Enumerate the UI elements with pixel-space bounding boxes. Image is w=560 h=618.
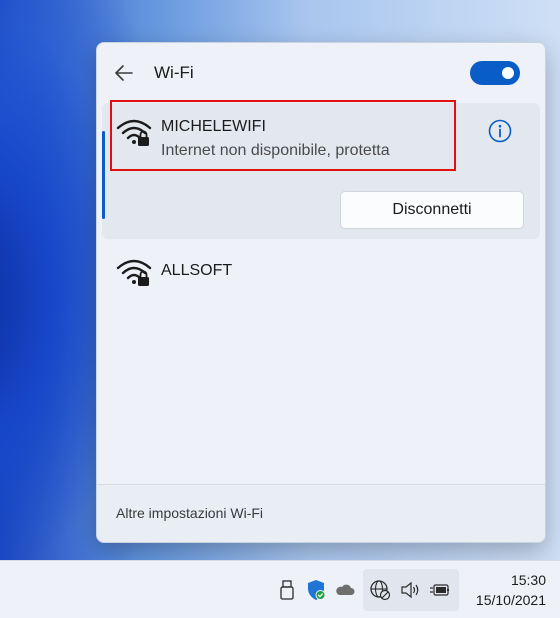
info-icon[interactable] (487, 118, 513, 144)
network-globe-icon[interactable] (369, 579, 391, 601)
back-button[interactable] (113, 62, 135, 84)
quick-settings-tray[interactable] (363, 569, 459, 611)
network-status: Internet non disponibile, protetta (161, 142, 390, 159)
security-shield-icon[interactable] (305, 579, 327, 601)
wifi-toggle[interactable] (470, 61, 520, 85)
network-item[interactable]: ALLSOFT (102, 247, 540, 297)
network-item-connected[interactable]: MICHELEWIFI Internet non disponibile, pr… (102, 100, 540, 239)
wifi-flyout-panel: Wi-Fi MICHELEWIFI Internet non disponibi… (96, 42, 546, 543)
more-wifi-settings-link[interactable]: Altre impostazioni Wi-Fi (116, 505, 263, 521)
taskbar: 15:30 15/10/2021 (0, 560, 560, 618)
clock-date: 15/10/2021 (475, 592, 546, 608)
battery-plug-icon[interactable] (429, 579, 451, 601)
arrow-left-icon (115, 65, 133, 81)
flyout-title: Wi-Fi (154, 63, 194, 82)
taskbar-clock[interactable]: 15:30 15/10/2021 (466, 570, 546, 610)
wifi-secured-icon (116, 259, 152, 286)
network-name: MICHELEWIFI (161, 118, 266, 135)
flyout-footer: Altre impostazioni Wi-Fi (97, 484, 545, 542)
usb-icon[interactable] (276, 579, 298, 601)
network-name: ALLSOFT (161, 262, 233, 279)
onedrive-cloud-icon[interactable] (334, 579, 356, 601)
disconnect-button[interactable]: Disconnetti (340, 191, 524, 229)
wifi-secured-icon (116, 119, 152, 146)
volume-icon[interactable] (399, 579, 421, 601)
flyout-header: Wi-Fi (97, 43, 545, 103)
selection-accent-bar (102, 131, 105, 219)
clock-time: 15:30 (510, 572, 546, 588)
